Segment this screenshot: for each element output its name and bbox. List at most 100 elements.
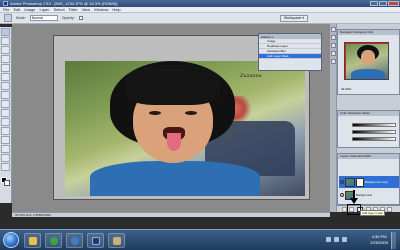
action-item-selected[interactable]: Add Layer Mask xyxy=(259,54,321,59)
menu-select[interactable]: Select xyxy=(54,7,65,12)
blur-tool-icon[interactable] xyxy=(1,136,10,144)
panel-dock xyxy=(330,24,337,212)
maximize-button[interactable] xyxy=(379,1,387,6)
navigator-thumbnail[interactable] xyxy=(344,42,389,80)
flag-icon[interactable] xyxy=(342,237,347,242)
delete-layer-icon[interactable] xyxy=(387,207,392,212)
tray-icons xyxy=(326,237,347,242)
slice-tool-icon[interactable] xyxy=(1,73,10,81)
layer-name: Background xyxy=(356,193,373,197)
taskbar-photoshop-button[interactable] xyxy=(87,233,104,248)
layer-mask-thumbnail[interactable] xyxy=(356,177,364,187)
options-bar: Mode: Normal Opacity: Workspace ▾ xyxy=(0,13,400,24)
window-title: Adobe Photoshop CS3 - [IMG_1234.JPG @ 33… xyxy=(10,1,118,6)
start-button-icon[interactable] xyxy=(3,232,19,248)
taskbar-media-player-button[interactable] xyxy=(45,233,62,248)
subject-tongue xyxy=(167,133,181,151)
lasso-tool-icon[interactable] xyxy=(1,46,10,54)
dodge-tool-icon[interactable] xyxy=(1,145,10,153)
photoshop-logo-icon xyxy=(3,1,8,6)
color-slider-r[interactable] xyxy=(352,123,396,127)
magic-wand-tool-icon[interactable] xyxy=(1,55,10,63)
clock[interactable]: 4:36 PM 2/25/2009 xyxy=(370,234,388,246)
menu-view[interactable]: View xyxy=(82,7,91,12)
menu-filter[interactable]: Filter xyxy=(69,7,78,12)
option-checkbox[interactable] xyxy=(78,16,83,20)
folder-icon xyxy=(29,237,37,245)
background-color-swatch[interactable] xyxy=(4,180,10,186)
document-canvas[interactable]: Zuzanna xyxy=(65,61,305,196)
clock-date: 2/25/2009 xyxy=(370,240,388,245)
layer-comps-panel-icon[interactable] xyxy=(330,59,336,64)
layer-thumbnail xyxy=(345,177,355,187)
color-slider-b[interactable] xyxy=(352,137,396,141)
navigator-zoom[interactable]: 33.33% xyxy=(341,87,351,91)
marquee-tool-icon[interactable] xyxy=(1,37,10,45)
mode-label: Mode: xyxy=(16,16,26,20)
healing-brush-tool-icon[interactable] xyxy=(1,82,10,90)
type-tool-icon[interactable] xyxy=(1,163,10,171)
current-tool-icon[interactable] xyxy=(4,14,12,22)
taskbar-browser-button[interactable] xyxy=(66,233,83,248)
gradient-tool-icon[interactable] xyxy=(1,127,10,135)
network-icon[interactable] xyxy=(326,237,331,242)
title-bar: Adobe Photoshop CS3 - [IMG_1234.JPG @ 33… xyxy=(0,0,400,7)
color-slider-g[interactable] xyxy=(352,130,396,134)
layer-name: Background copy xyxy=(365,180,389,184)
navigator-view-box[interactable] xyxy=(345,43,388,79)
layer-row[interactable]: Background xyxy=(339,189,399,201)
move-tool-icon[interactable] xyxy=(1,28,10,36)
photo-signature: Zuzanna xyxy=(240,73,262,79)
browser-icon xyxy=(71,237,79,245)
tooltip: Add layer mask xyxy=(360,210,385,216)
pen-tool-icon[interactable] xyxy=(1,154,10,162)
photoshop-icon xyxy=(92,237,100,245)
menu-image[interactable]: Image xyxy=(24,7,35,12)
opacity-label: Opacity: xyxy=(61,16,75,20)
taskbar-explorer-button[interactable] xyxy=(24,233,41,248)
toolbox xyxy=(0,27,12,203)
menu-edit[interactable]: Edit xyxy=(13,7,20,12)
clone-stamp-tool-icon[interactable] xyxy=(1,100,10,108)
color-panel: Color Swatches Styles xyxy=(337,110,400,148)
tool-presets-panel-icon[interactable] xyxy=(330,51,336,56)
actions-panel-icon[interactable] xyxy=(330,35,336,40)
eraser-tool-icon[interactable] xyxy=(1,118,10,126)
menu-layer[interactable]: Layer xyxy=(39,7,49,12)
subject-shirt xyxy=(90,161,260,196)
menu-file[interactable]: File xyxy=(3,7,9,12)
volume-icon[interactable] xyxy=(334,237,339,242)
layers-panel-tabs[interactable]: Layers Channels Paths xyxy=(338,154,399,159)
visibility-eye-icon[interactable] xyxy=(340,180,344,184)
menu-window[interactable]: Window xyxy=(94,7,108,12)
brushes-panel-icon[interactable] xyxy=(330,43,336,48)
navigator-panel-tabs[interactable]: Navigator Histogram Info xyxy=(338,30,399,35)
crop-tool-icon[interactable] xyxy=(1,64,10,72)
taskbar: 4:36 PM 2/25/2009 xyxy=(0,229,400,250)
minimize-button[interactable] xyxy=(370,1,378,6)
brush-tool-icon[interactable] xyxy=(1,91,10,99)
subject-bangs xyxy=(125,65,220,105)
taskbar-paint-button[interactable] xyxy=(108,233,125,248)
annotation-arrow-icon xyxy=(350,190,358,204)
layer-row-selected[interactable]: Background copy xyxy=(339,176,399,188)
history-brush-tool-icon[interactable] xyxy=(1,109,10,117)
show-desktop-button[interactable] xyxy=(391,232,396,249)
subject-right-eye xyxy=(185,111,197,115)
annotation-highlight-box xyxy=(347,204,361,215)
layers-panel: Layers Channels Paths Background copy Ba… xyxy=(337,153,400,205)
workspace-button[interactable]: Workspace ▾ xyxy=(279,15,308,22)
history-panel-icon[interactable] xyxy=(330,27,336,32)
mode-select[interactable]: Normal xyxy=(29,15,58,21)
navigator-panel: Navigator Histogram Info 33.33% xyxy=(337,29,400,95)
menu-help[interactable]: Help xyxy=(112,7,120,12)
media-player-icon xyxy=(50,237,58,245)
close-button[interactable] xyxy=(388,1,399,6)
system-tray: 4:36 PM 2/25/2009 xyxy=(326,232,396,249)
visibility-eye-icon[interactable] xyxy=(340,193,344,197)
paint-icon xyxy=(113,237,121,245)
status-bar: 33.33% Doc: 2.25M/4.50M xyxy=(12,212,330,217)
actions-panel: Actions × Image Duplicate Layer Gaussian… xyxy=(258,33,322,71)
color-panel-tabs[interactable]: Color Swatches Styles xyxy=(338,111,399,116)
subject-left-eye xyxy=(149,111,161,115)
